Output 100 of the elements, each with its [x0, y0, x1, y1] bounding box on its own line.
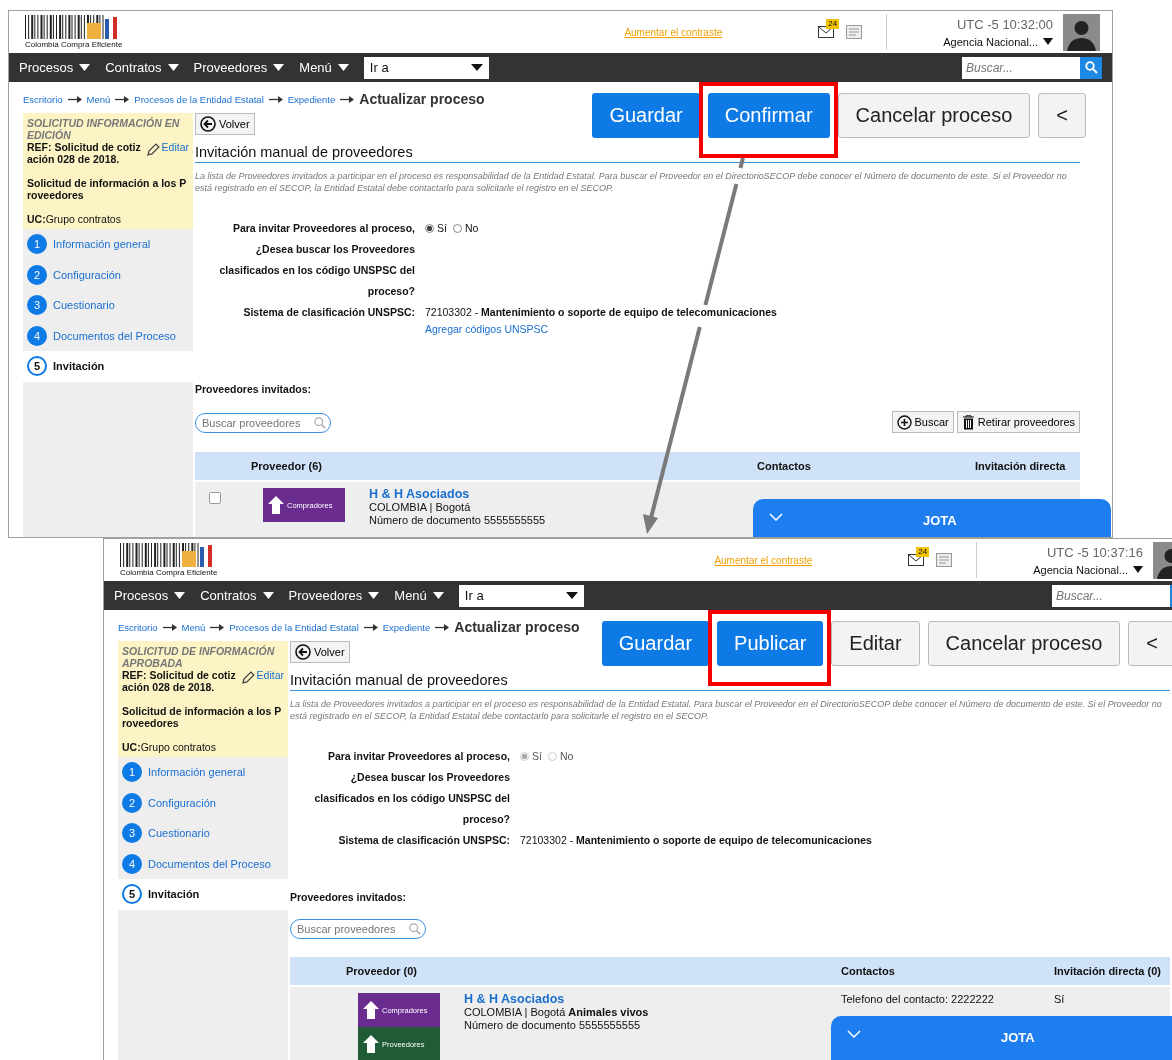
supplier-name-link[interactable]: H & H Asociados — [369, 487, 470, 501]
search-field[interactable]: Buscar... — [962, 56, 1080, 79]
field-label: Para invitar Proveedores al proceso, ¿Desea buscar los Proveedores clasificados en los código UNSPSC del proceso? — [218, 221, 415, 299]
nav-menu[interactable]: Procesos — [19, 60, 91, 75]
notification-badge: 24 — [826, 19, 840, 29]
unspsc-value: 72103302 - Mantenimiento o soporte de equipo de telecomunicaciones — [425, 305, 778, 320]
arrow-icon — [210, 623, 225, 631]
back-button[interactable]: Volver — [290, 641, 350, 663]
logo-caption: Colombia Compra Eficiente — [25, 40, 124, 49]
goto-dropdown[interactable]: Ir a — [458, 584, 584, 607]
clock-text: UTC -5 10:32:00 — [956, 16, 1053, 32]
search-field[interactable]: Buscar... — [1052, 584, 1170, 607]
notice-text: La lista de Proveedores invitados a participar en el proceso es responsabilidad de la Entidad Estatal. Para buscar el Proveedor en el DirectorioSECOP debe conocer el Número de documento de este. Si el Proveedor no está registrado en el SECOP, la Entidad Estatal debe contactarlo para solicitarle el registro en el SECOP. — [290, 698, 1163, 722]
action-button[interactable]: Editar — [831, 621, 920, 666]
process-status: SOLICITUD DE INFORMACIÓN APROBADA — [122, 645, 276, 669]
action-button[interactable]: Cancelar proceso — [837, 93, 1031, 138]
avatar-silhouette-icon[interactable] — [1063, 13, 1100, 51]
section-title: Invitación manual de proveedores — [195, 144, 1080, 163]
caret-icon — [1133, 566, 1143, 573]
edit-link[interactable]: Editar — [161, 141, 189, 153]
action-button[interactable]: Guardar — [592, 93, 700, 138]
field-label: Sistema de clasificación UNSPSC: — [242, 305, 415, 320]
supplier-document: Número de documento 5555555555 — [464, 1019, 642, 1032]
breadcrumb-link[interactable]: Menú — [181, 621, 206, 633]
breadcrumb-link[interactable]: Menú — [86, 93, 111, 105]
radio-option[interactable]: Sí — [425, 218, 447, 239]
breadcrumb-link[interactable]: Procesos de la Entidad Estatal — [134, 93, 264, 105]
chat-bar[interactable]: JOTA — [753, 499, 1111, 537]
wizard-step[interactable]: 1 Información general — [118, 757, 288, 788]
nav-menu[interactable]: Proveedores — [288, 588, 380, 603]
action-button[interactable]: < — [1038, 93, 1086, 138]
pencil-icon[interactable] — [145, 143, 160, 157]
invited-label: Proveedores invitados: — [195, 383, 313, 395]
supplier-location: COLOMBIA | Bogotá — [369, 501, 472, 514]
edit-link[interactable]: Editar — [256, 669, 284, 681]
nav-menu[interactable]: Menú — [394, 588, 444, 603]
breadcrumb-link[interactable]: Escritorio — [118, 621, 158, 633]
wizard-step[interactable]: 5 Invitación — [118, 879, 288, 910]
caret-icon — [1043, 38, 1053, 45]
agency-menu[interactable]: Agencia Nacional... — [943, 35, 1053, 48]
chat-bar[interactable]: JOTA — [831, 1016, 1172, 1060]
process-status: SOLICITUD INFORMACIÓN EN EDICIÓN — [27, 117, 181, 141]
add-codes-link[interactable]: Agregar códigos UNSPSC — [425, 323, 1080, 335]
news-icon[interactable] — [846, 25, 863, 39]
arrow-icon — [268, 95, 283, 103]
nav-menu[interactable]: Contratos — [200, 588, 274, 603]
pencil-icon[interactable] — [240, 671, 255, 685]
wizard-step[interactable]: 4 Documentos del Proceso — [118, 848, 288, 879]
process-description: Solicitud de información a los Proveedores — [122, 705, 283, 729]
breadcrumb-link[interactable]: Expediente — [287, 93, 336, 105]
search-icon — [1084, 61, 1098, 74]
field-label: Para invitar Proveedores al proceso, ¿Desea buscar los Proveedores clasificados en los código UNSPSC del proceso? — [313, 749, 510, 827]
agency-menu[interactable]: Agencia Nacional... — [1033, 563, 1143, 576]
news-icon[interactable] — [936, 553, 953, 567]
search-button[interactable] — [1080, 56, 1102, 79]
house-arrow-icon — [268, 496, 284, 514]
toolbar-button[interactable]: Buscar — [891, 411, 954, 433]
invitation-value: Sí — [1054, 993, 1065, 1005]
purchasing-unit: UC:Grupo contratos — [27, 213, 122, 225]
wizard-step[interactable]: 4 Documentos del Proceso — [23, 320, 193, 351]
radio-option[interactable]: No — [452, 218, 479, 239]
action-button[interactable]: Guardar — [601, 621, 710, 666]
goto-dropdown[interactable]: Ir a — [363, 56, 489, 79]
caret-icon — [174, 592, 186, 599]
invited-label: Proveedores invitados: — [290, 891, 408, 903]
back-button[interactable]: Volver — [195, 113, 255, 135]
breadcrumb-link[interactable]: Expediente — [382, 621, 431, 633]
caret-icon — [368, 592, 380, 599]
action-button[interactable]: Cancelar proceso — [927, 621, 1121, 666]
supplier-document: Número de documento 5555555555 — [369, 514, 546, 527]
arrow-icon — [67, 95, 82, 103]
row-checkbox[interactable] — [209, 492, 221, 504]
column-header: Invitación directa — [975, 460, 1067, 472]
column-header: Proveedor (6) — [251, 460, 323, 472]
wizard-step[interactable]: 2 Configuración — [118, 787, 288, 818]
nav-menu[interactable]: Contratos — [105, 60, 179, 75]
wizard-step[interactable]: 3 Cuestionario — [23, 290, 193, 321]
action-button[interactable]: Confirmar — [707, 93, 830, 138]
breadcrumb-link[interactable]: Escritorio — [23, 93, 63, 105]
action-button[interactable]: < — [1128, 621, 1172, 666]
nav-menu[interactable]: Menú — [299, 60, 349, 75]
contact-text: Telefono del contacto: 2222222 — [841, 993, 994, 1005]
column-header: Proveedor (0) — [346, 965, 418, 977]
caret-icon — [432, 592, 444, 599]
breadcrumb-link[interactable]: Procesos de la Entidad Estatal — [229, 621, 359, 633]
wizard-step[interactable]: 1 Información general — [23, 229, 193, 260]
unspsc-value: 72103302 - Mantenimiento o soporte de equipo de telecomunicaciones — [520, 833, 873, 848]
page-title: Actualizar proceso — [454, 619, 580, 635]
wizard-step[interactable]: 2 Configuración — [23, 259, 193, 290]
toolbar-button[interactable]: Retirar proveedores — [956, 411, 1080, 433]
arrow-icon — [162, 623, 177, 631]
action-button[interactable]: Publicar — [717, 621, 824, 666]
process-description: Solicitud de información a los Proveedores — [27, 177, 188, 201]
nav-menu[interactable]: Procesos — [114, 588, 186, 603]
supplier-name-link[interactable]: H & H Asociados — [464, 992, 565, 1006]
house-arrow-icon — [363, 1001, 379, 1019]
wizard-step[interactable]: 3 Cuestionario — [118, 818, 288, 849]
wizard-step[interactable]: 5 Invitación — [23, 351, 193, 382]
nav-menu[interactable]: Proveedores — [193, 60, 285, 75]
arrow-icon — [363, 623, 378, 631]
